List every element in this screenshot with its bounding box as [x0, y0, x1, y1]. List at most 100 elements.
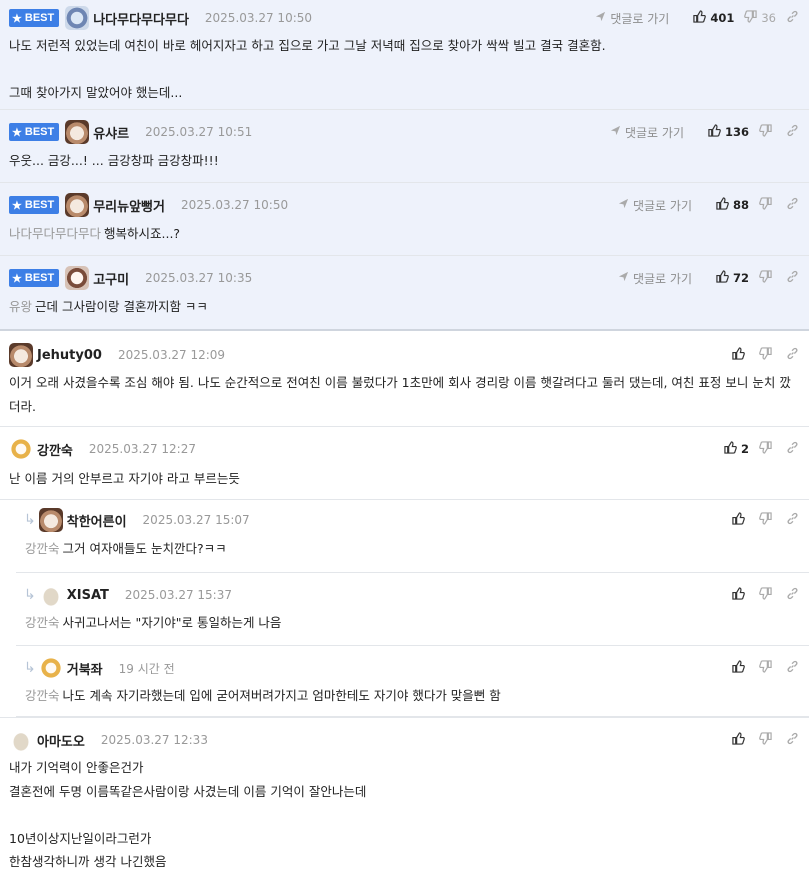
avatar[interactable]: [9, 437, 33, 461]
nickname[interactable]: XISAT: [67, 588, 109, 603]
thumbs-down-icon: [744, 10, 761, 26]
link-icon: [786, 512, 803, 528]
reply-item: ↳ 거북좌 19 시간 전 강깐숙 나도 계속 자기라했는데 입에 굳어져버려가지…: [16, 646, 809, 717]
avatar[interactable]: [65, 266, 90, 290]
reply-goto-link[interactable]: 댓글로 가기: [595, 10, 669, 27]
thumbs-up-icon: [732, 732, 749, 748]
mention[interactable]: 나다무다무다무다: [9, 226, 101, 241]
comment-body: 내가 기억력이 안좋은건가 결혼전에 두명 이름똑같은사람이랑 사겼는데 이름 …: [9, 760, 367, 869]
dislike-button[interactable]: [759, 197, 776, 213]
mention[interactable]: 강깐숙: [25, 615, 60, 630]
comment-date: 2025.03.27 15:37: [124, 588, 232, 602]
like-button[interactable]: [732, 347, 749, 363]
reply-item: ↳ XISAT 2025.03.27 15:37 강깐숙 사귀고나서는 "자기야"…: [16, 573, 809, 646]
nickname[interactable]: 강깐숙: [37, 440, 73, 459]
link-icon: [786, 197, 803, 213]
nickname[interactable]: 유샤르: [93, 123, 129, 142]
avatar[interactable]: [65, 6, 90, 30]
like-button[interactable]: [732, 512, 749, 528]
nickname[interactable]: 거북좌: [67, 659, 103, 678]
comment-body: 강깐숙 나도 계속 자기라했는데 입에 굳어져버려가지고 엄마한테도 자기야 했다…: [25, 688, 501, 703]
star-icon: ★: [12, 126, 22, 139]
link-button[interactable]: [786, 587, 803, 603]
avatar[interactable]: [38, 656, 63, 680]
send-icon: [610, 125, 625, 139]
nickname[interactable]: 아마도오: [37, 731, 85, 750]
best-badge: ★ BEST: [9, 196, 60, 214]
send-icon: [618, 198, 633, 212]
link-button[interactable]: [786, 197, 803, 213]
link-button[interactable]: [786, 124, 803, 140]
like-button[interactable]: [732, 660, 749, 676]
nickname[interactable]: 고구미: [93, 269, 129, 288]
link-icon: [786, 347, 803, 363]
mention[interactable]: 강깐숙: [25, 688, 60, 703]
like-button[interactable]: 88: [716, 197, 749, 213]
dislike-button[interactable]: [759, 732, 776, 748]
comment-item: ★ BEST 고구미 2025.03.27 10:35 댓글로 가기 72 유왕 근…: [0, 256, 809, 331]
like-button[interactable]: [732, 732, 749, 748]
comment-item: ★ BEST 유샤르 2025.03.27 10:51 댓글로 가기 136 우웃…: [0, 110, 809, 183]
comment-date: 2025.03.27 10:51: [145, 125, 253, 139]
link-button[interactable]: [786, 512, 803, 528]
avatar[interactable]: [65, 193, 90, 217]
reply-goto-link[interactable]: 댓글로 가기: [618, 197, 692, 214]
link-icon: [786, 441, 803, 457]
thumbs-up-icon: [732, 512, 749, 528]
link-button[interactable]: [786, 441, 803, 457]
link-button[interactable]: [786, 732, 803, 748]
dislike-button[interactable]: 36: [744, 10, 776, 26]
thumbs-up-icon: [724, 441, 741, 457]
link-button[interactable]: [786, 270, 803, 286]
comment-body: 우웃... 금강...! ... 금강창파 금강창파!!!: [9, 153, 219, 168]
link-button[interactable]: [786, 10, 803, 26]
link-icon: [786, 660, 803, 676]
thumbs-up-icon: [716, 270, 733, 286]
like-button[interactable]: [732, 587, 749, 603]
dislike-button[interactable]: [759, 270, 776, 286]
thumbs-down-icon: [759, 660, 776, 676]
like-button[interactable]: 2: [724, 441, 749, 457]
dislike-button[interactable]: [759, 660, 776, 676]
nickname[interactable]: 나다무다무다무다: [93, 9, 189, 28]
dislike-count: 36: [761, 11, 776, 25]
avatar[interactable]: [9, 343, 33, 367]
nickname[interactable]: 무리뉴앞뻥거: [93, 196, 165, 215]
best-badge: ★ BEST: [9, 269, 60, 287]
comment-item: ★ BEST 나다무다무다무다 2025.03.27 10:50 댓글로 가기 4…: [0, 0, 809, 110]
comment-body: 나도 저런적 있었는데 여친이 바로 헤어지자고 하고 집으로 가고 그날 저녁…: [9, 38, 606, 100]
mention[interactable]: 강깐숙: [25, 541, 60, 556]
link-icon: [786, 124, 803, 140]
comment-date: 2025.03.27 12:33: [100, 733, 208, 747]
avatar[interactable]: [38, 508, 63, 532]
dislike-button[interactable]: [759, 124, 776, 140]
like-button[interactable]: 401: [693, 10, 734, 26]
nickname[interactable]: 착한어른이: [67, 511, 127, 530]
dislike-button[interactable]: [759, 347, 776, 363]
comment-item: 아마도오 2025.03.27 12:33 내가 기억력이 안좋은건가 결혼전에…: [0, 717, 809, 873]
avatar[interactable]: [9, 728, 33, 752]
comment-date: 2025.03.27 10:35: [145, 271, 253, 285]
reply-goto-link[interactable]: 댓글로 가기: [618, 270, 692, 287]
link-button[interactable]: [786, 660, 803, 676]
dislike-button[interactable]: [759, 441, 776, 457]
avatar[interactable]: [65, 120, 90, 144]
nickname[interactable]: Jehuty00: [37, 348, 102, 363]
dislike-button[interactable]: [759, 587, 776, 603]
link-button[interactable]: [786, 347, 803, 363]
comment-body: 유왕 근데 그사람이랑 결혼까지함 ㅋㅋ: [9, 299, 208, 314]
like-button[interactable]: 72: [716, 270, 749, 286]
like-count: 72: [732, 271, 749, 285]
like-count: 88: [732, 198, 749, 212]
comment-date: 2025.03.27 12:27: [88, 442, 196, 456]
dislike-button[interactable]: [759, 512, 776, 528]
reply-goto-link[interactable]: 댓글로 가기: [610, 124, 684, 141]
thumbs-down-icon: [759, 347, 776, 363]
link-icon: [786, 587, 803, 603]
comment-list: ★ BEST 나다무다무다무다 2025.03.27 10:50 댓글로 가기 4…: [0, 0, 809, 873]
like-button[interactable]: 136: [708, 124, 749, 140]
avatar[interactable]: [38, 583, 63, 607]
link-icon: [786, 732, 803, 748]
mention[interactable]: 유왕: [9, 299, 32, 314]
comment-item: Jehuty00 2025.03.27 12:09 이거 오래 사겼을수록 조심…: [0, 331, 809, 427]
